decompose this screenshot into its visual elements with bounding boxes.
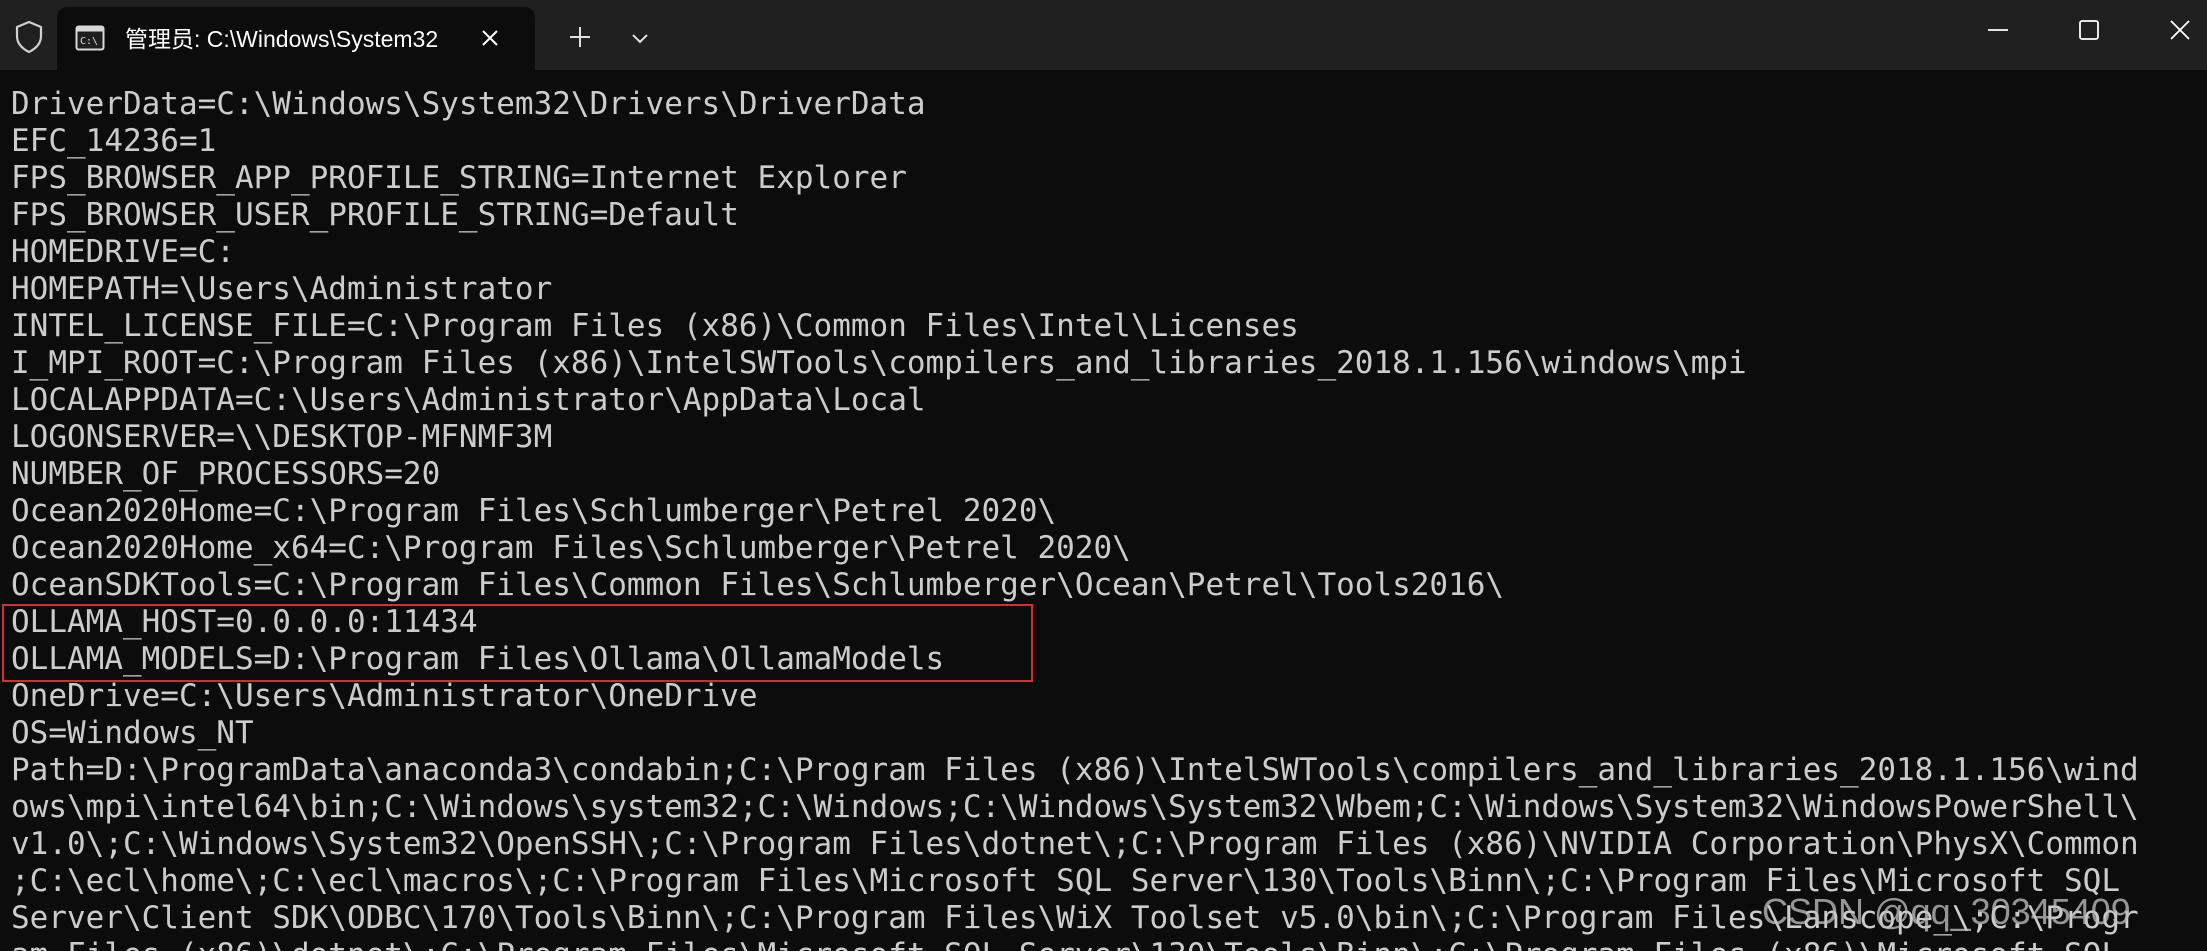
close-window-button[interactable]	[2158, 12, 2202, 48]
minimize-button[interactable]	[1976, 12, 2020, 48]
terminal-line: EFC_14236=1	[11, 123, 217, 159]
terminal-line: ows\mpi\intel64\bin;C:\Windows\system32;…	[11, 789, 2139, 825]
terminal-line: v1.0\;C:\Windows\System32\OpenSSH\;C:\Pr…	[11, 826, 2139, 862]
terminal-line: OLLAMA_HOST=0.0.0.0:11434	[11, 604, 478, 640]
chevron-down-icon	[632, 34, 648, 44]
terminal-line: OS=Windows_NT	[11, 715, 254, 751]
terminal-line: Ocean2020Home_x64=C:\Program Files\Schlu…	[11, 530, 1131, 566]
svg-text:C:\: C:\	[80, 36, 98, 47]
shield-icon	[14, 20, 44, 54]
terminal-line: I_MPI_ROOT=C:\Program Files (x86)\IntelS…	[11, 345, 1747, 381]
terminal-line: Path=D:\ProgramData\anaconda3\condabin;C…	[11, 752, 2139, 788]
maximize-button[interactable]	[2067, 12, 2111, 48]
tab-title: 管理员: C:\Windows\System32	[125, 26, 439, 52]
console-icon: C:\	[75, 25, 105, 51]
close-icon	[2170, 20, 2190, 40]
terminal-line: FPS_BROWSER_APP_PROFILE_STRING=Internet …	[11, 160, 907, 196]
maximize-icon	[2079, 20, 2099, 40]
minimize-icon	[1988, 29, 2008, 31]
terminal-line: DriverData=C:\Windows\System32\Drivers\D…	[11, 86, 926, 122]
terminal-line: NUMBER_OF_PROCESSORS=20	[11, 456, 441, 492]
close-icon[interactable]	[475, 23, 505, 53]
terminal-line: HOMEDRIVE=C:	[11, 234, 235, 270]
tab-terminal[interactable]: C:\ 管理员: C:\Windows\System32	[57, 7, 535, 70]
terminal-line: OceanSDKTools=C:\Program Files\Common Fi…	[11, 567, 1505, 603]
title-bar: C:\ 管理员: C:\Windows\System32	[0, 0, 2207, 70]
terminal-line: FPS_BROWSER_USER_PROFILE_STRING=Default	[11, 197, 739, 233]
tab-dropdown-button[interactable]	[623, 22, 657, 56]
terminal-line: HOMEPATH=\Users\Administrator	[11, 271, 553, 307]
plus-icon	[570, 27, 590, 47]
terminal-line: LOGONSERVER=\\DESKTOP-MFNMF3M	[11, 419, 553, 455]
terminal-line: Ocean2020Home=C:\Program Files\Schlumber…	[11, 493, 1057, 529]
watermark: CSDN @qq_30345409	[1762, 891, 2131, 932]
terminal-line: OLLAMA_MODELS=D:\Program Files\Ollama\Ol…	[11, 641, 945, 677]
terminal-line: OneDrive=C:\Users\Administrator\OneDrive	[11, 678, 758, 714]
terminal-line: INTEL_LICENSE_FILE=C:\Program Files (x86…	[11, 308, 1299, 344]
terminal-line: LOCALAPPDATA=C:\Users\Administrator\AppD…	[11, 382, 926, 418]
new-tab-button[interactable]	[563, 20, 597, 54]
terminal-output[interactable]: DriverData=C:\Windows\System32\Drivers\D…	[11, 86, 2201, 951]
terminal-line: am Files (x86)\dotnet\;C:\Program Files\…	[11, 937, 2201, 951]
